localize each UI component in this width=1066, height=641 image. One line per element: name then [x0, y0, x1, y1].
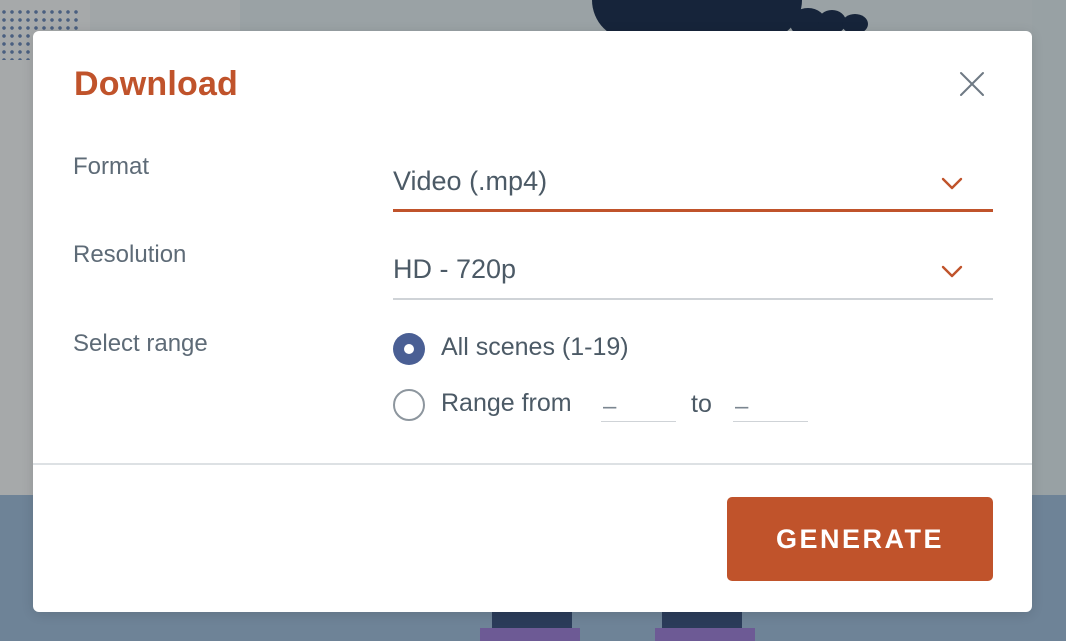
format-label: Format [73, 153, 150, 180]
range-label: Select range [73, 330, 208, 357]
download-dialog: Download Format Video (.mp4) Resolution … [33, 31, 1032, 612]
chevron-down-icon [941, 177, 963, 190]
radio-unchecked-icon[interactable] [393, 389, 425, 421]
range-from-input[interactable] [601, 392, 676, 422]
backdrop-stripe [655, 628, 755, 641]
generate-button[interactable]: GENERATE [727, 497, 993, 581]
resolution-select[interactable]: HD - 720p [393, 242, 993, 300]
close-icon [960, 72, 984, 96]
backdrop-stripe [480, 628, 580, 641]
radio-all-scenes[interactable]: All scenes (1-19) [393, 332, 693, 366]
format-select-value: Video (.mp4) [393, 166, 548, 196]
chevron-down-icon [941, 265, 963, 278]
resolution-select-underline [393, 298, 993, 300]
format-select-underline [393, 209, 993, 212]
format-select[interactable]: Video (.mp4) [393, 154, 993, 212]
radio-all-scenes-label: All scenes (1-19) [441, 333, 629, 361]
resolution-label: Resolution [73, 241, 187, 268]
radio-checked-icon[interactable] [393, 333, 425, 365]
dialog-title: Download [74, 65, 239, 103]
range-to-label: to [691, 390, 712, 418]
range-to-input[interactable] [733, 392, 808, 422]
dialog-divider [33, 463, 1032, 465]
radio-range-from-label: Range from [441, 389, 572, 417]
radio-range-from[interactable]: Range from [393, 388, 623, 422]
backdrop-panel [1032, 0, 1066, 495]
resolution-select-value: HD - 720p [393, 254, 517, 284]
close-button[interactable] [957, 69, 987, 99]
